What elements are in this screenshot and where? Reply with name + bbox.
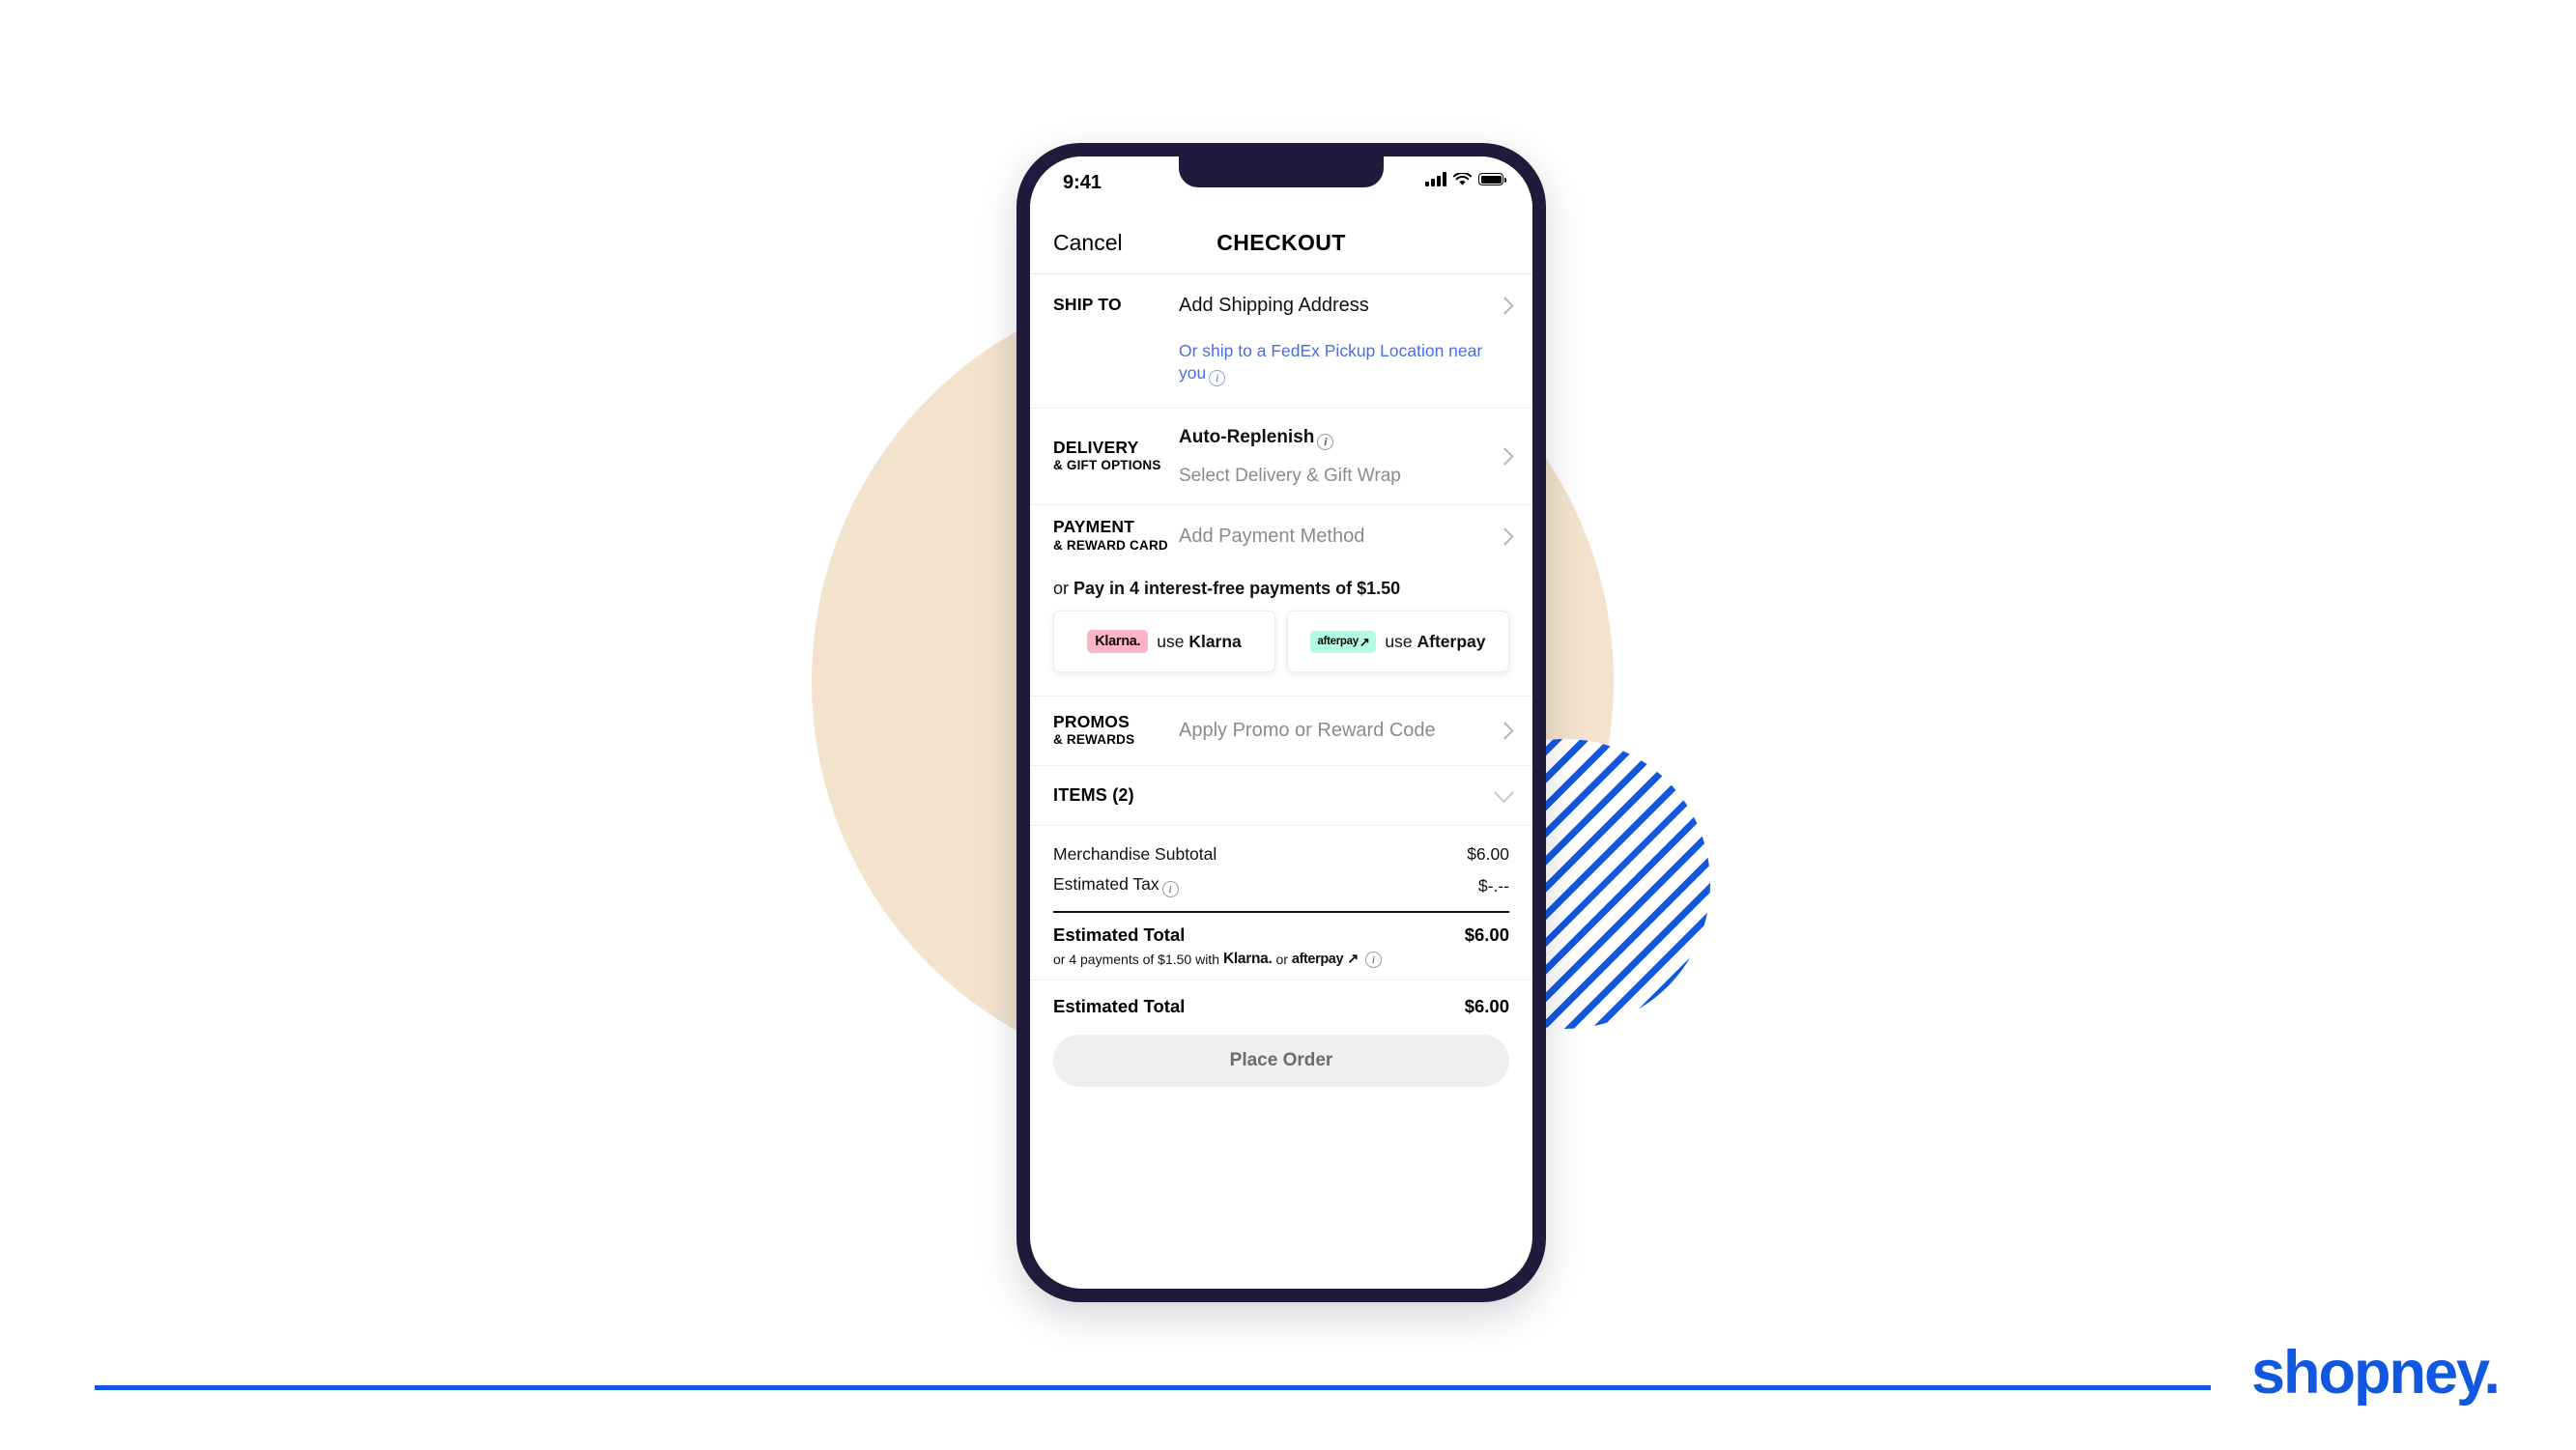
payment-value: Add Payment Method [1179, 525, 1365, 547]
bnpl-note: or 4 payments of $1.50 with Klarna. or a… [1053, 946, 1509, 980]
ship-to-value-wrap: Add Shipping Address [1179, 295, 1486, 317]
shopney-logo: shopney. [2251, 1339, 2501, 1407]
afterpay-name: Afterpay [1417, 631, 1486, 651]
delivery-label: DELIVERY [1053, 437, 1139, 457]
checkout-nav-bar: Cancel CHECKOUT [1030, 213, 1532, 274]
ship-to-label-group: SHIP TO [1053, 296, 1179, 315]
items-title: ITEMS (2) [1053, 785, 1134, 806]
use-klarna-button[interactable]: Klarna. use Klarna [1053, 611, 1275, 673]
promos-label-group: PROMOS & REWARDS [1053, 711, 1179, 749]
delivery-chevron[interactable] [1486, 447, 1514, 466]
payment-sublabel: & REWARD CARD [1053, 537, 1168, 553]
afterpay-badge-text: afterpay [1317, 636, 1359, 648]
afterpay-arrow-icon: ↗ [1347, 952, 1359, 968]
final-total-label: Estimated Total [1053, 996, 1186, 1017]
place-order-wrap: Place Order [1030, 1017, 1532, 1100]
status-bar-time: 9:41 [1063, 172, 1102, 193]
cellular-signal-icon [1425, 172, 1446, 186]
promos-chevron[interactable] [1486, 722, 1514, 740]
use-afterpay-label: use Afterpay [1385, 632, 1485, 652]
bnpl-note-afterpay: afterpay [1291, 952, 1344, 968]
page-canvas: 9:41 Cancel CHECKOUT SHIP TO Add Shippin… [0, 0, 2576, 1450]
tax-label: Estimated Tax [1053, 874, 1159, 895]
bnpl-note-prefix: or 4 payments of $1.50 with [1053, 952, 1219, 968]
delivery-sublabel: & GIFT OPTIONS [1053, 458, 1161, 473]
delivery-select-value: Select Delivery & Gift Wrap [1179, 465, 1401, 486]
afterpay-prefix: use [1385, 631, 1417, 651]
afterpay-logo-badge: afterpay ↗ [1310, 630, 1377, 653]
tax-label-wrap: Estimated Tax i [1053, 874, 1179, 898]
ship-to-row[interactable]: SHIP TO Add Shipping Address [1030, 274, 1532, 336]
final-total-value: $6.00 [1464, 996, 1509, 1017]
klarna-name: Klarna [1188, 631, 1242, 651]
total-line: Merchandise Subtotal $6.00 [1053, 839, 1509, 869]
klarna-prefix: use [1157, 631, 1189, 651]
payment-label-group: PAYMENT & REWARD CARD [1053, 518, 1179, 554]
pay-in-4-bold: Pay in 4 interest-free payments of $1.50 [1073, 579, 1401, 599]
use-afterpay-button[interactable]: afterpay ↗ use Afterpay [1287, 611, 1509, 673]
chevron-right-icon [1496, 722, 1514, 740]
order-totals: Merchandise Subtotal $6.00 Estimated Tax… [1030, 826, 1532, 981]
footer-rule [95, 1385, 2211, 1390]
phone-notch [1179, 156, 1384, 187]
tax-value: $-.-- [1477, 875, 1509, 896]
promos-row[interactable]: PROMOS & REWARDS Apply Promo or Reward C… [1030, 697, 1532, 767]
chevron-right-icon [1496, 526, 1514, 546]
pay-in-4-prefix: or [1053, 579, 1074, 599]
place-order-button[interactable]: Place Order [1053, 1035, 1509, 1088]
wifi-icon [1453, 172, 1472, 185]
ship-to-label: SHIP TO [1053, 295, 1122, 315]
fedex-pickup-link-wrap[interactable]: Or ship to a FedEx Pickup Location near … [1030, 336, 1532, 410]
estimated-total-label: Estimated Total [1053, 924, 1186, 946]
payment-chevron[interactable] [1486, 526, 1514, 546]
promos-value-wrap: Apply Promo or Reward Code [1179, 720, 1486, 742]
status-bar-icons [1425, 172, 1507, 186]
payment-value-wrap: Add Payment Method [1179, 526, 1486, 548]
ship-to-value: Add Shipping Address [1179, 294, 1369, 316]
info-icon[interactable]: i [1317, 433, 1334, 450]
battery-icon [1478, 173, 1507, 185]
bnpl-note-or: or [1275, 952, 1288, 968]
chevron-down-icon [1493, 782, 1515, 804]
delivery-auto-replenish-value: Auto-Replenish [1179, 426, 1315, 447]
promos-label: PROMOS [1053, 711, 1130, 731]
delivery-auto-replenish-wrap: Auto-Replenish i [1179, 427, 1486, 450]
delivery-value-wrap: Auto-Replenish i Select Delivery & Gift W… [1179, 427, 1486, 487]
payment-row[interactable]: PAYMENT & REWARD CARD Add Payment Method [1030, 505, 1532, 568]
estimated-total-line: Estimated Total $6.00 [1053, 913, 1509, 946]
phone-screen: 9:41 Cancel CHECKOUT SHIP TO Add Shippin… [1030, 156, 1532, 1289]
info-icon[interactable]: i [1364, 951, 1382, 968]
final-total-line: Estimated Total $6.00 [1030, 981, 1532, 1017]
pay-in-4-text: or Pay in 4 interest-free payments of $1… [1030, 567, 1532, 604]
phone-mockup-frame: 9:41 Cancel CHECKOUT SHIP TO Add Shippin… [1016, 143, 1546, 1302]
info-icon[interactable]: i [1209, 370, 1226, 387]
afterpay-arrow-icon: ↗ [1359, 634, 1370, 649]
klarna-logo-badge: Klarna. [1087, 630, 1149, 654]
total-line: Estimated Tax i $-.-- [1053, 869, 1509, 902]
bnpl-note-klarna: Klarna. [1223, 951, 1273, 968]
use-klarna-label: use Klarna [1157, 632, 1242, 652]
promos-sublabel: & REWARDS [1053, 732, 1135, 748]
info-icon[interactable]: i [1161, 881, 1179, 898]
bnpl-options: Klarna. use Klarna afterpay ↗ use Afterpa… [1030, 603, 1532, 697]
ship-to-chevron[interactable] [1486, 296, 1514, 315]
chevron-right-icon [1496, 447, 1514, 466]
estimated-total-value: $6.00 [1464, 924, 1509, 946]
items-row[interactable]: ITEMS (2) [1030, 766, 1532, 827]
subtotal-value: $6.00 [1467, 844, 1509, 865]
payment-label: PAYMENT [1053, 517, 1135, 537]
chevron-right-icon [1496, 296, 1514, 315]
subtotal-label: Merchandise Subtotal [1053, 844, 1217, 865]
delivery-row[interactable]: DELIVERY & GIFT OPTIONS Auto-Replenish i … [1030, 409, 1532, 506]
cancel-button[interactable]: Cancel [1053, 230, 1123, 256]
items-chevron[interactable] [1486, 782, 1515, 804]
promos-value: Apply Promo or Reward Code [1179, 720, 1436, 742]
delivery-label-group: DELIVERY & GIFT OPTIONS [1053, 437, 1179, 474]
